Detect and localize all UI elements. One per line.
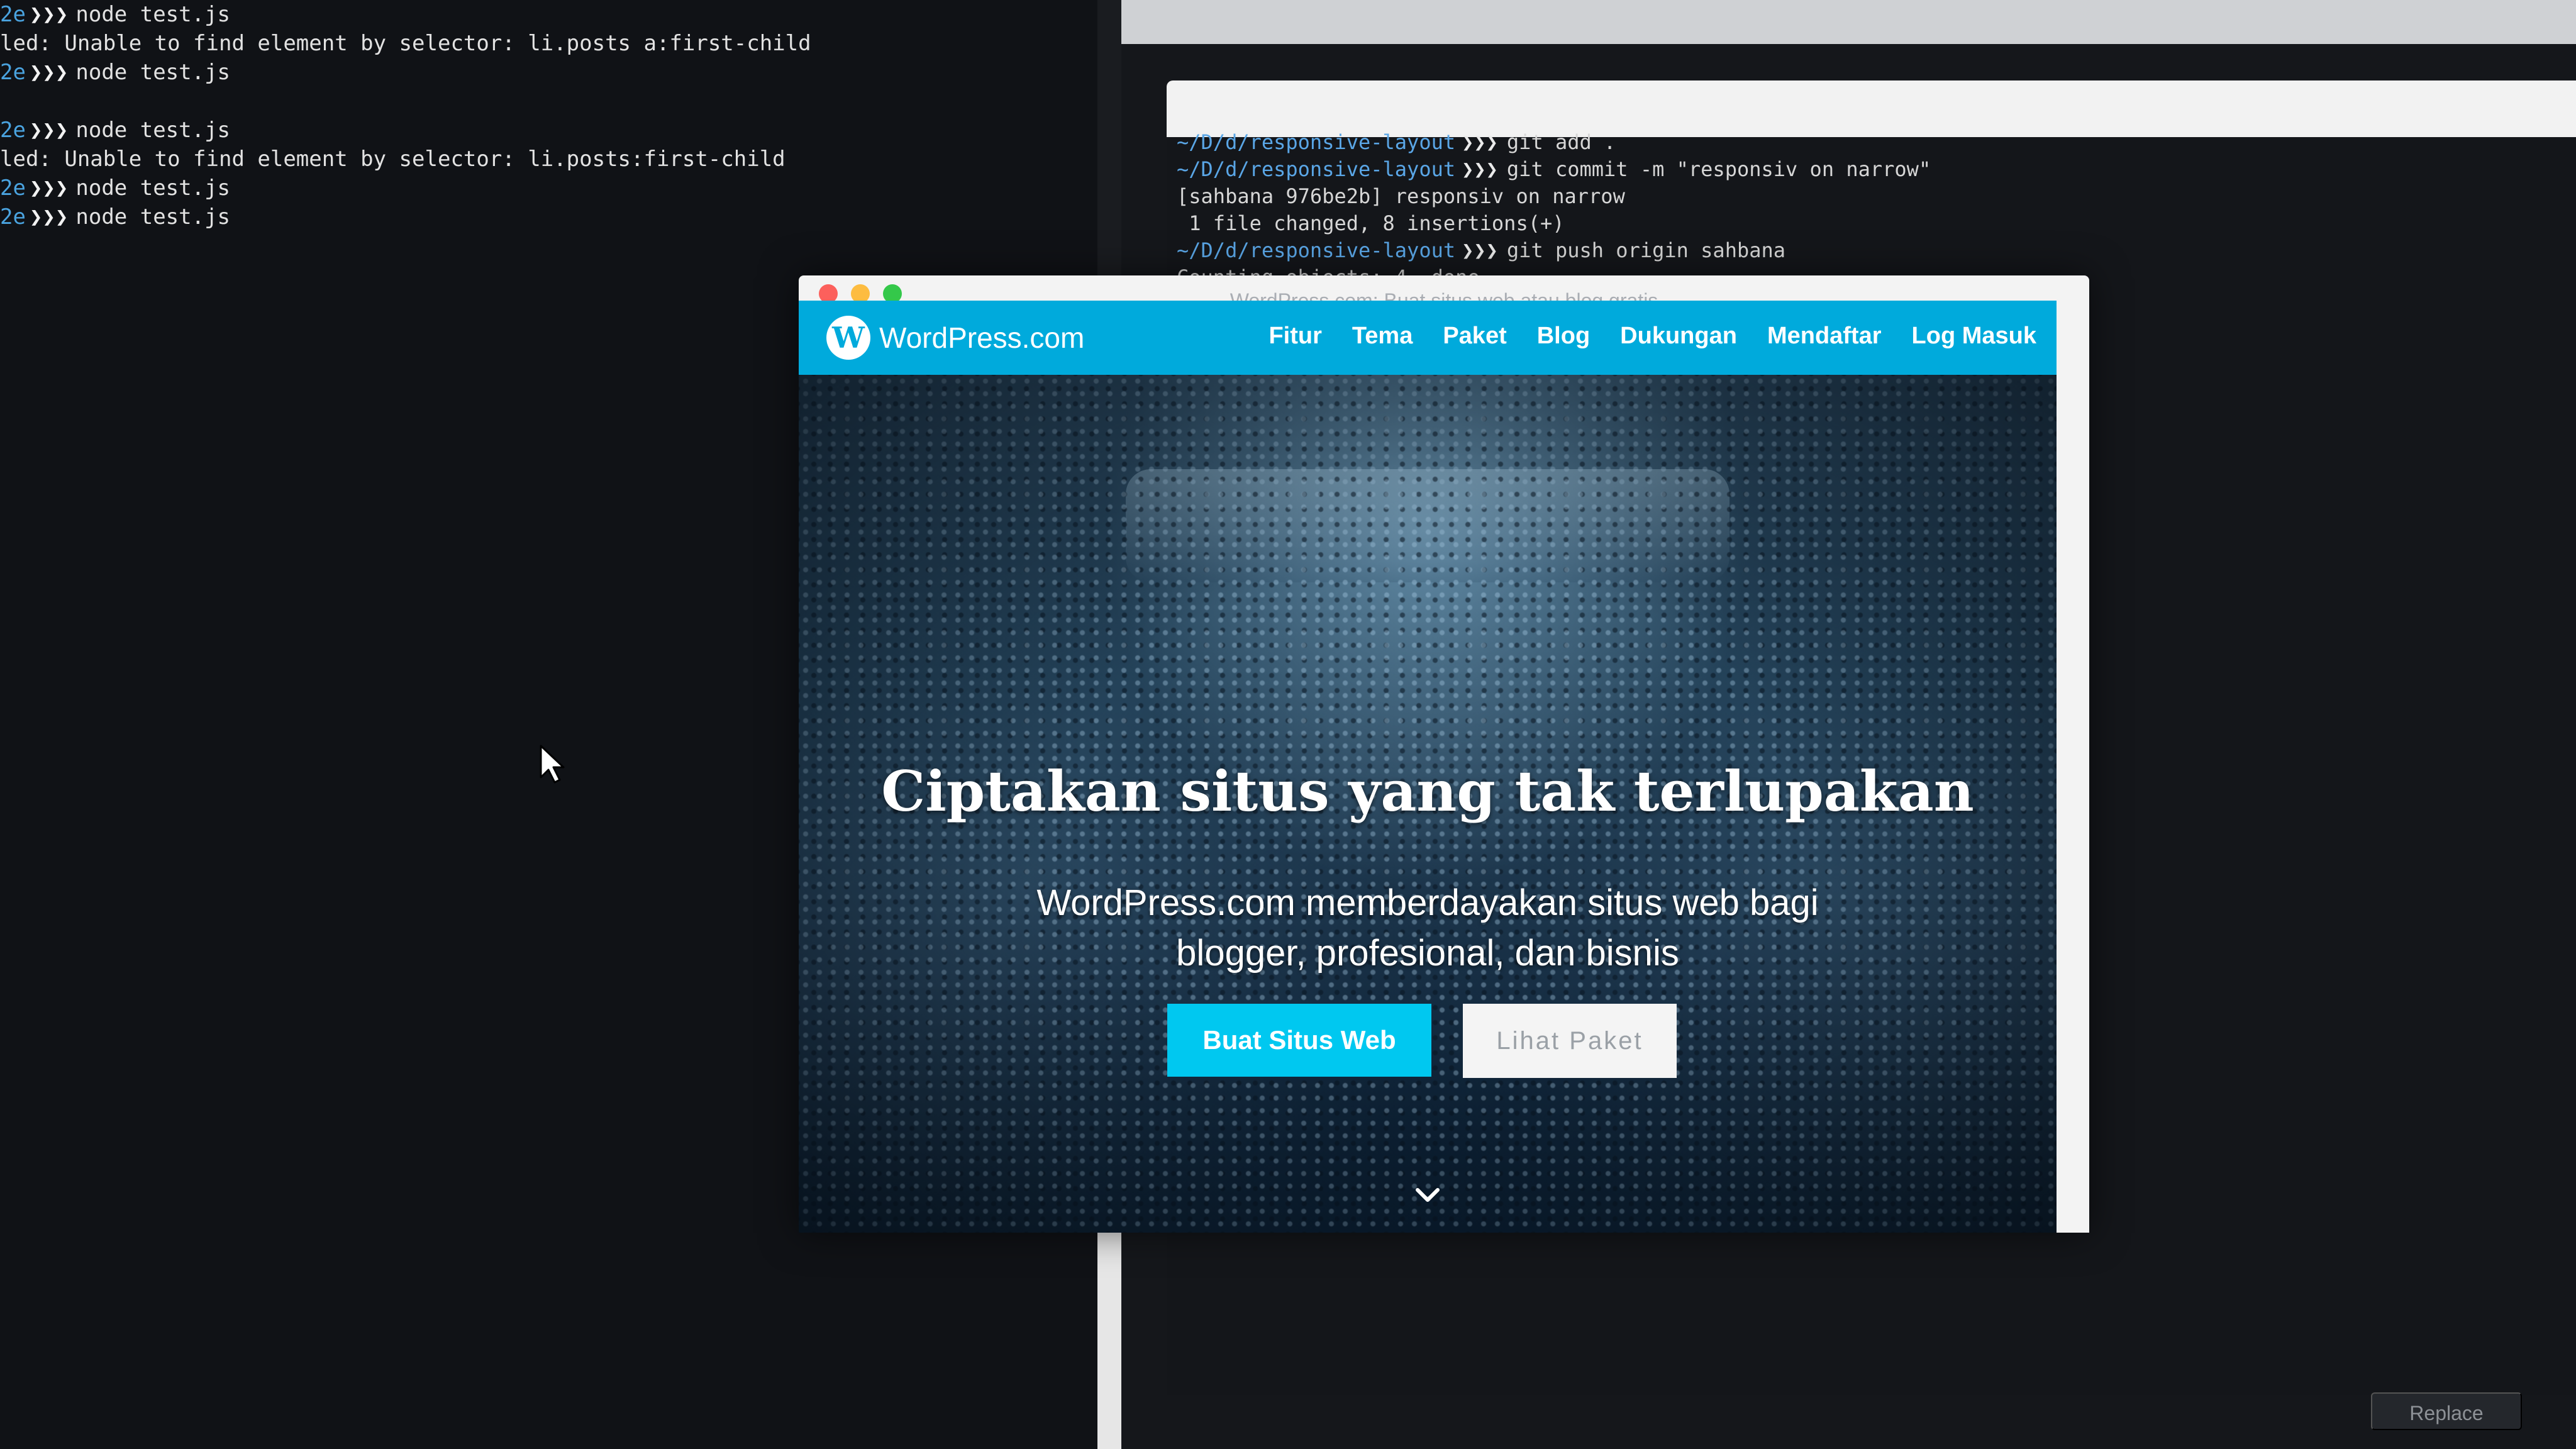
left-terminal-output: 2e ❯❯❯ node test.js led: Unable to find el… (0, 0, 1094, 231)
prompt-arrows: ❯❯❯ (29, 204, 69, 230)
nav-item-mendaftar[interactable]: Mendaftar (1767, 323, 1882, 350)
command-text: node test.js (75, 175, 231, 201)
prompt-arrows: ❯❯❯ (29, 60, 69, 85)
prompt-prefix: 2e (0, 60, 26, 85)
prompt-prefix: 2e (0, 204, 26, 230)
terminal-line: 2e ❯❯❯ node test.js (0, 174, 1094, 203)
prompt-arrows: ❯❯❯ (1462, 130, 1498, 154)
nav-item-tema[interactable]: Tema (1352, 323, 1413, 350)
terminal-line: 1 file changed, 8 insertions(+) (1177, 210, 1931, 237)
hero-section: Ciptakan situs yang tak terlupakan WordP… (799, 375, 2057, 1233)
error-text: led: Unable to find element by selector:… (0, 31, 811, 56)
prompt-prefix: 2e (0, 175, 26, 201)
wordpress-page: Ciptakan situs yang tak terlupakan WordP… (799, 301, 2057, 1233)
nav-item-dukungan[interactable]: Dukungan (1620, 323, 1737, 350)
logo-text: WordPress.com (879, 321, 1085, 354)
prompt-arrows: ❯❯❯ (1462, 157, 1498, 181)
right-terminal-output: ~/D/d/responsive-layout ❯❯❯ git add . ~/D/… (1177, 129, 1931, 291)
command-text: git push origin sahbana (1506, 238, 1786, 262)
terminal-line: 2e ❯❯❯ node test.js (0, 0, 1094, 29)
nav-item-blog[interactable]: Blog (1537, 323, 1590, 350)
page-scrollbar[interactable] (2057, 301, 2089, 1233)
prompt-arrows: ❯❯❯ (29, 2, 69, 27)
terminal-line: 2e ❯❯❯ node test.js (0, 58, 1094, 87)
terminal-line: led: Unable to find element by selector:… (0, 29, 1094, 58)
command-text: git commit -m "responsiv on narrow" (1506, 157, 1931, 181)
create-site-button[interactable]: Buat Situs Web (1167, 1004, 1431, 1077)
prompt-prefix: 2e (0, 118, 26, 143)
terminal-line: led: Unable to find element by selector:… (0, 145, 1094, 174)
chevron-down-icon[interactable] (1414, 1186, 1441, 1205)
desktop-window-bar (1121, 0, 2576, 44)
replace-button[interactable]: Replace (2371, 1392, 2522, 1430)
terminal-line: ~/D/d/responsive-layout ❯❯❯ git commit -m … (1177, 156, 1931, 183)
nav-item-paket[interactable]: Paket (1443, 323, 1506, 350)
terminal-line: 2e ❯❯❯ node test.js (0, 116, 1094, 145)
nav-menu: Fitur Tema Paket Blog Dukungan Mendaftar… (1238, 323, 2036, 350)
command-text: node test.js (75, 204, 231, 230)
terminal-line: ~/D/d/responsive-layout ❯❯❯ git add . (1177, 129, 1931, 156)
command-text: node test.js (75, 118, 231, 143)
prompt-path: ~/D/d/responsive-layout (1177, 130, 1456, 154)
hero-title: Ciptakan situs yang tak terlupakan (881, 758, 1974, 824)
hero-subtitle: WordPress.com memberdayakan situs web ba… (1036, 882, 1819, 974)
prompt-path: ~/D/d/responsive-layout (1177, 157, 1456, 181)
window-edge (1097, 1233, 1123, 1449)
nav-item-fitur[interactable]: Fitur (1269, 323, 1321, 350)
command-text: git add . (1506, 130, 1616, 154)
prompt-prefix: 2e (0, 2, 26, 27)
output-text: [sahbana 976be2b] responsiv on narrow (1177, 184, 1625, 208)
browser-window[interactable]: WordPress.com: Buat situs web atau blog … (799, 275, 2089, 1233)
nav-item-log-masuk[interactable]: Log Masuk (1912, 323, 2036, 350)
output-text: 1 file changed, 8 insertions(+) (1177, 211, 1565, 235)
mouse-cursor-icon (540, 745, 565, 784)
wordpress-nav-bar: W WordPress.com Fitur Tema Paket Blog Du… (799, 301, 2057, 375)
prompt-arrows: ❯❯❯ (1462, 238, 1498, 262)
view-plans-button[interactable]: Lihat Paket (1463, 1004, 1677, 1078)
wordpress-logo-icon: W (826, 316, 870, 360)
prompt-arrows: ❯❯❯ (29, 175, 69, 201)
prompt-arrows: ❯❯❯ (29, 118, 69, 143)
prompt-path: ~/D/d/responsive-layout (1177, 238, 1456, 262)
command-text: node test.js (75, 2, 231, 27)
terminal-line: ~/D/d/responsive-layout ❯❯❯ git push origi… (1177, 237, 1931, 264)
terminal-line: [sahbana 976be2b] responsiv on narrow (1177, 183, 1931, 210)
command-text: node test.js (75, 60, 231, 85)
error-text: led: Unable to find element by selector:… (0, 147, 786, 172)
terminal-line: 2e ❯❯❯ node test.js (0, 203, 1094, 231)
